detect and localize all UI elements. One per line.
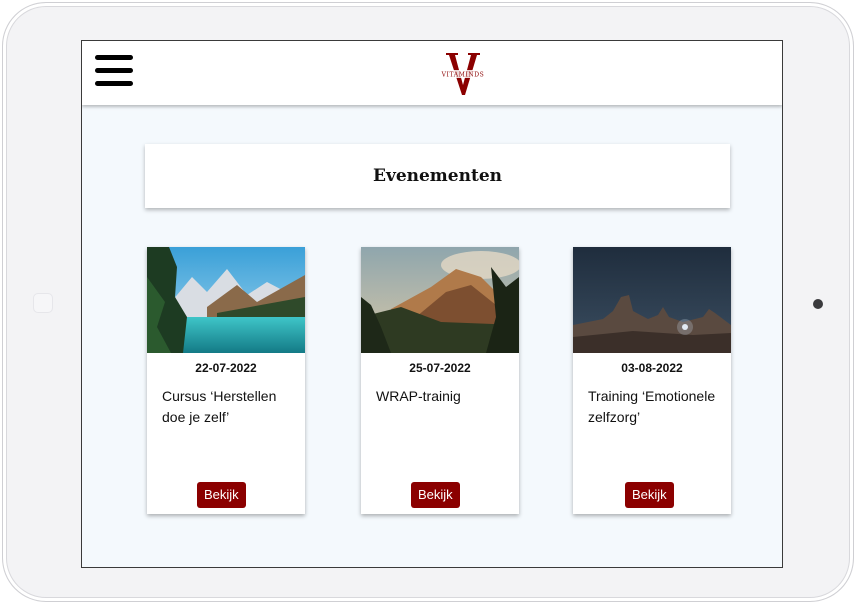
- event-date: 03-08-2022: [621, 361, 683, 375]
- event-title: Training ‘Emotionele zelfzorg’: [588, 388, 716, 425]
- vitaminds-logo[interactable]: VITAMINDS: [438, 49, 488, 99]
- page-title-card: Evenementen: [145, 144, 730, 208]
- event-image: [147, 247, 305, 353]
- hamburger-icon[interactable]: [95, 55, 133, 87]
- camera: [813, 299, 823, 309]
- event-image: [361, 247, 519, 353]
- event-title: Cursus ‘Herstellen doe je zelf’: [162, 388, 277, 425]
- event-card[interactable]: 25-07-2022 WRAP-trainig Bekijk: [361, 247, 519, 514]
- event-date: 25-07-2022: [409, 361, 471, 375]
- logo-text: VITAMINDS: [441, 72, 485, 79]
- tablet-frame: VITAMINDS Evenementen 22-07-2022 Cursus …: [2, 2, 854, 602]
- bekijk-button[interactable]: Bekijk: [197, 482, 246, 508]
- bekijk-button[interactable]: Bekijk: [411, 482, 460, 508]
- event-image: [573, 247, 731, 353]
- bekijk-button[interactable]: Bekijk: [625, 482, 674, 508]
- app-screen: VITAMINDS Evenementen 22-07-2022 Cursus …: [81, 40, 783, 568]
- event-card[interactable]: 03-08-2022 Training ‘Emotionele zelfzorg…: [573, 247, 731, 514]
- home-button: [33, 293, 53, 313]
- event-title: WRAP-trainig: [376, 388, 461, 404]
- event-date: 22-07-2022: [195, 361, 257, 375]
- top-bar: VITAMINDS: [82, 41, 782, 105]
- event-card[interactable]: 22-07-2022 Cursus ‘Herstellen doe je zel…: [147, 247, 305, 514]
- page-title: Evenementen: [372, 166, 503, 186]
